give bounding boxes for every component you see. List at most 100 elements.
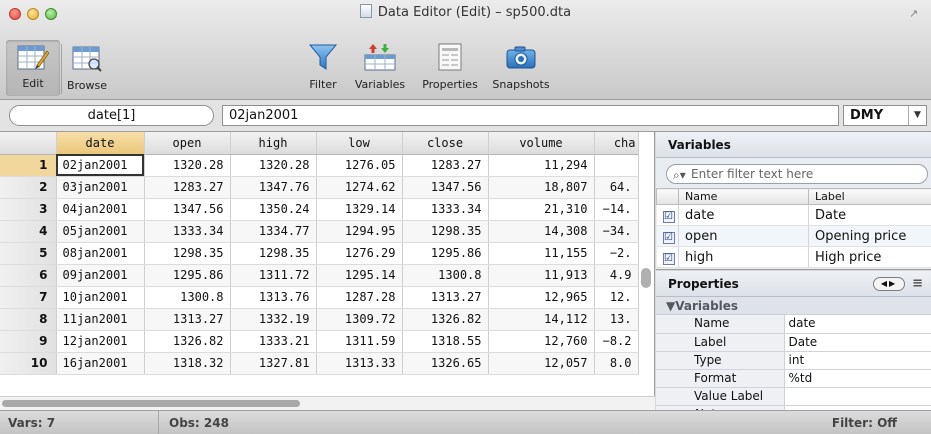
cell-low[interactable]: 1329.14 <box>316 198 403 221</box>
variables-label-header[interactable]: Label <box>808 188 931 205</box>
cell-volume[interactable]: 12,760 <box>488 330 595 353</box>
row-number[interactable]: 9 <box>0 330 57 353</box>
property-value[interactable]: Date <box>784 333 931 352</box>
variables-name-header[interactable]: Name <box>678 188 809 205</box>
cell-close[interactable]: 1347.56 <box>402 176 489 199</box>
cell-low[interactable]: 1287.28 <box>316 286 403 309</box>
cell-close[interactable]: 1326.82 <box>402 308 489 331</box>
cell-open[interactable]: 1333.34 <box>144 220 231 243</box>
cell-change[interactable]: −14. <box>594 198 639 221</box>
cell-date[interactable]: 05jan2001 <box>56 220 145 243</box>
property-row[interactable]: Label Date <box>656 333 931 352</box>
row-number[interactable]: 1 <box>0 154 57 177</box>
variable-visible-checkbox[interactable]: ☑ <box>662 231 675 244</box>
cell-low[interactable]: 1276.05 <box>316 154 403 177</box>
cell-low[interactable]: 1311.59 <box>316 330 403 353</box>
search-icon[interactable]: ⌕▾ <box>673 166 686 184</box>
cell-change[interactable]: −34. <box>594 220 639 243</box>
cell-close[interactable]: 1313.27 <box>402 286 489 309</box>
cell-low[interactable]: 1309.72 <box>316 308 403 331</box>
table-row[interactable]: 5 08jan2001 1298.35 1298.35 1276.29 1295.86 11… <box>0 242 639 265</box>
cell-volume[interactable]: 14,112 <box>488 308 595 331</box>
cell-open[interactable]: 1313.27 <box>144 308 231 331</box>
cell-volume[interactable]: 11,913 <box>488 264 595 287</box>
row-number[interactable]: 3 <box>0 198 57 221</box>
cell-low[interactable]: 1276.29 <box>316 242 403 265</box>
snapshots-button[interactable]: Snapshots <box>486 42 556 91</box>
table-row[interactable]: 4 05jan2001 1333.34 1334.77 1294.95 1298.35 14… <box>0 220 639 243</box>
cell-open[interactable]: 1326.82 <box>144 330 231 353</box>
table-row[interactable]: 7 10jan2001 1300.8 1313.76 1287.28 1313.27 12,… <box>0 286 639 309</box>
cell-change[interactable]: 64. <box>594 176 639 199</box>
properties-nav-arrows-icon[interactable]: ◀▶ <box>873 277 905 291</box>
properties-group-variables[interactable]: ▼Variables <box>656 297 931 315</box>
cell-high[interactable]: 1313.76 <box>230 286 317 309</box>
cell-change[interactable]: 4.9 <box>594 264 639 287</box>
column-header-change[interactable]: cha <box>594 132 639 155</box>
cell-volume[interactable]: 12,057 <box>488 352 595 375</box>
cell-date[interactable]: 11jan2001 <box>56 308 145 331</box>
cell-volume[interactable]: 11,294 <box>488 154 595 177</box>
row-number[interactable]: 2 <box>0 176 57 199</box>
browse-mode-button[interactable]: Browse <box>62 42 112 92</box>
cell-volume[interactable]: 12,965 <box>488 286 595 309</box>
property-value[interactable] <box>784 387 931 406</box>
column-header-low[interactable]: low <box>316 132 403 155</box>
cell-close[interactable]: 1333.34 <box>402 198 489 221</box>
cell-low[interactable]: 1313.33 <box>316 352 403 375</box>
cell-date[interactable]: 08jan2001 <box>56 242 145 265</box>
cell-close[interactable]: 1326.65 <box>402 352 489 375</box>
cell-high[interactable]: 1320.28 <box>230 154 317 177</box>
cell-close[interactable]: 1300.8 <box>402 264 489 287</box>
cell-change[interactable] <box>594 154 639 177</box>
cell-date[interactable]: 04jan2001 <box>56 198 145 221</box>
variable-row[interactable]: ☑ open Opening price <box>656 225 931 247</box>
cell-close[interactable]: 1318.55 <box>402 330 489 353</box>
cell-volume[interactable]: 11,155 <box>488 242 595 265</box>
cell-open[interactable]: 1300.8 <box>144 286 231 309</box>
cell-volume[interactable]: 18,807 <box>488 176 595 199</box>
cell-high[interactable]: 1333.21 <box>230 330 317 353</box>
grid-vertical-scrollbar[interactable] <box>641 268 651 288</box>
property-row[interactable]: Name date <box>656 315 931 334</box>
cell-close[interactable]: 1298.35 <box>402 220 489 243</box>
column-header-open[interactable]: open <box>144 132 231 155</box>
column-header-high[interactable]: high <box>230 132 317 155</box>
chevron-down-icon[interactable]: ▼ <box>908 106 926 125</box>
cell-high[interactable]: 1347.76 <box>230 176 317 199</box>
cell-high[interactable]: 1298.35 <box>230 242 317 265</box>
cell-value-field[interactable]: 02jan2001 <box>222 105 839 126</box>
variable-visible-checkbox[interactable]: ☑ <box>662 210 675 223</box>
data-grid[interactable]: date open high low close volume cha 1 02j… <box>0 132 655 410</box>
cell-change[interactable]: 13. <box>594 308 639 331</box>
cell-open[interactable]: 1347.56 <box>144 198 231 221</box>
cell-open[interactable]: 1320.28 <box>144 154 231 177</box>
cell-open[interactable]: 1283.27 <box>144 176 231 199</box>
cell-high[interactable]: 1311.72 <box>230 264 317 287</box>
cell-change[interactable]: −8.2 <box>594 330 639 353</box>
property-value[interactable]: int <box>784 351 931 370</box>
cell-date[interactable]: 12jan2001 <box>56 330 145 353</box>
variables-button[interactable]: Variables <box>348 42 412 91</box>
cell-open[interactable]: 1298.35 <box>144 242 231 265</box>
row-number[interactable]: 5 <box>0 242 57 265</box>
cell-date[interactable]: 03jan2001 <box>56 176 145 199</box>
cell-date[interactable]: 09jan2001 <box>56 264 145 287</box>
row-number[interactable]: 10 <box>0 352 57 375</box>
cell-high[interactable]: 1334.77 <box>230 220 317 243</box>
cell-date[interactable]: 16jan2001 <box>56 352 145 375</box>
table-row[interactable]: 9 12jan2001 1326.82 1333.21 1311.59 1318.55 12… <box>0 330 639 353</box>
fullscreen-icon[interactable]: ↗ <box>909 8 921 20</box>
cell-high[interactable]: 1332.19 <box>230 308 317 331</box>
cell-high[interactable]: 1350.24 <box>230 198 317 221</box>
cell-low[interactable]: 1294.95 <box>316 220 403 243</box>
edit-mode-button[interactable]: Edit <box>6 40 60 96</box>
cell-close[interactable]: 1283.27 <box>402 154 489 177</box>
table-row[interactable]: 2 03jan2001 1283.27 1347.76 1274.62 1347.56 18… <box>0 176 639 199</box>
table-row[interactable]: 1 02jan2001 1320.28 1320.28 1276.05 1283.27 11… <box>0 154 639 177</box>
cell-high[interactable]: 1327.81 <box>230 352 317 375</box>
column-header-date[interactable]: date <box>56 132 145 155</box>
row-number[interactable]: 7 <box>0 286 57 309</box>
grid-horizontal-scrollbar[interactable] <box>2 400 300 407</box>
cell-reference-field[interactable]: date[1] <box>9 105 214 126</box>
